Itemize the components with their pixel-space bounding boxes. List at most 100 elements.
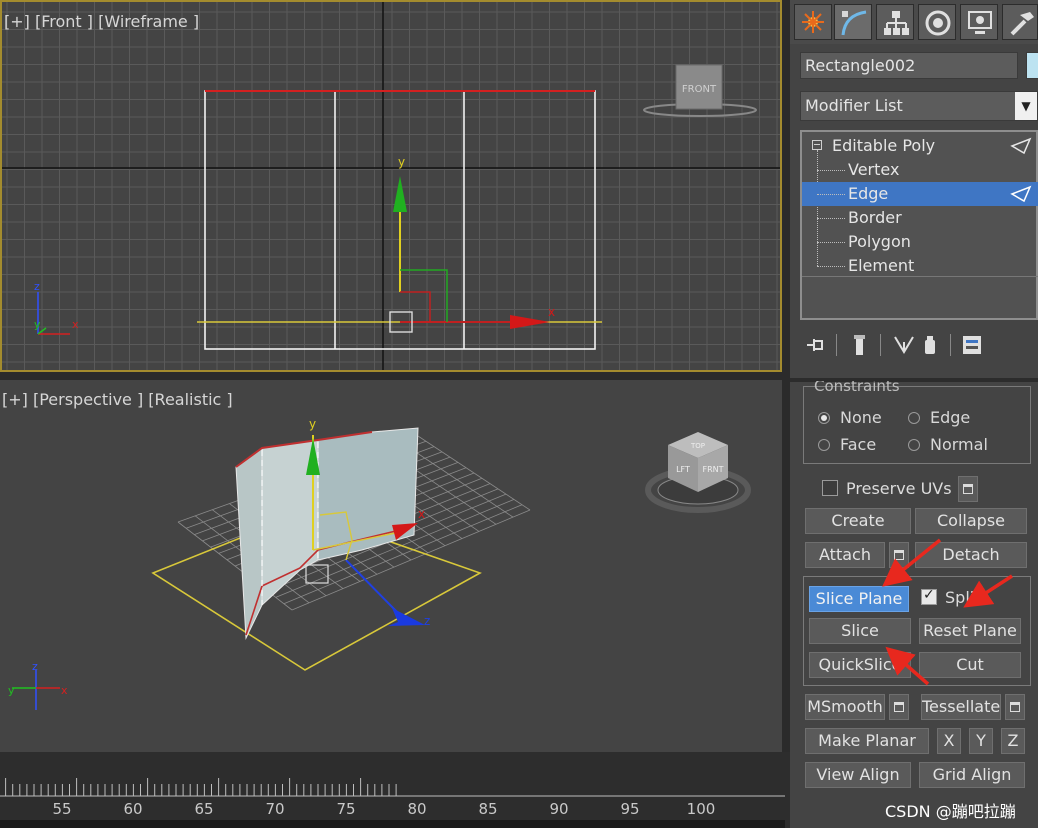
detach-button[interactable]: Detach	[915, 542, 1027, 568]
stack-item-edge[interactable]: Edge	[802, 182, 1038, 206]
gizmo-x-label: x	[548, 305, 555, 319]
cut-button[interactable]: Cut	[919, 652, 1021, 678]
hierarchy-icon	[884, 11, 909, 35]
command-panel: Rectangle002 Modifier List ▼ Editable Po…	[790, 0, 1038, 828]
tessellate-settings-button[interactable]	[1005, 694, 1025, 720]
corner-axis-x-label: x	[61, 684, 68, 697]
ruler-frame-label: 60	[123, 800, 143, 818]
pin-stack-icon[interactable]	[804, 332, 828, 358]
stack-item-polygon[interactable]: Polygon	[802, 230, 1038, 254]
radio-icon[interactable]	[908, 412, 920, 424]
quickslice-button[interactable]: QuickSlice	[809, 652, 911, 678]
stack-item-border[interactable]: Border	[802, 206, 1038, 230]
collapse-button[interactable]: Collapse	[915, 508, 1027, 534]
stack-item-label: Edge	[848, 184, 889, 203]
corner-axis-y-label: y	[8, 684, 15, 697]
view-align-button[interactable]: View Align	[805, 762, 911, 788]
preserve-uvs-checkbox[interactable]	[822, 480, 838, 496]
ruler-ticks	[0, 778, 785, 797]
attach-button[interactable]: Attach	[805, 542, 885, 568]
planarize-z-button[interactable]: Z	[1001, 728, 1025, 754]
create-button[interactable]: Create	[805, 508, 911, 534]
ruler-frame-label: 80	[407, 800, 427, 818]
stack-item-element[interactable]: Element	[802, 254, 1038, 278]
grid	[2, 2, 780, 370]
stack-item-label: Vertex	[848, 160, 900, 179]
msmooth-button[interactable]: MSmooth	[805, 694, 885, 720]
perspective-viewport-canvas[interactable]: y x z TOP LFT FRNT z y x	[0, 380, 782, 752]
radio-icon[interactable]	[908, 439, 920, 451]
attach-settings-button[interactable]	[889, 542, 909, 568]
configure-modifier-sets-icon[interactable]	[960, 332, 984, 358]
modifier-list-dropdown[interactable]: Modifier List ▼	[800, 91, 1038, 121]
stack-item-vertex[interactable]: Vertex	[802, 158, 1038, 182]
corner-axis-z-label: z	[34, 280, 40, 293]
ruler-frame-label: 95	[620, 800, 640, 818]
constraints-title: Constraints	[814, 381, 900, 395]
planarize-y-button[interactable]: Y	[969, 728, 993, 754]
gizmo-y-label: y	[309, 417, 316, 431]
stack-item-editable-poly[interactable]: Editable Poly	[802, 134, 1038, 158]
gizmo-y-arrow	[393, 176, 407, 212]
front-viewport-label[interactable]: [+] [Front ] [Wireframe ]	[4, 12, 199, 31]
slice-plane-button[interactable]: Slice Plane	[809, 586, 909, 612]
tab-utilities[interactable]	[1002, 4, 1038, 40]
gizmo-plane-handle	[400, 291, 431, 322]
tab-hierarchy[interactable]	[876, 4, 914, 40]
object-name-field[interactable]: Rectangle002	[800, 52, 1018, 79]
ruler-frame-label: 65	[194, 800, 214, 818]
stack-toolbar	[800, 330, 1038, 360]
constraint-face-label: Face	[840, 435, 877, 454]
ruler-tick-group	[5, 778, 397, 796]
time-slider-ruler[interactable]: 55 60 65 70 75 80 85 90 95 100	[0, 752, 790, 828]
make-unique-icon[interactable]	[892, 332, 916, 358]
reset-plane-button[interactable]: Reset Plane	[919, 618, 1021, 644]
modifier-stack: Editable Poly Vertex Edge Border Polygon…	[800, 130, 1038, 320]
show-end-result-icon[interactable]	[848, 332, 872, 358]
stack-item-label: Editable Poly	[832, 136, 936, 155]
grid-align-button[interactable]: Grid Align	[919, 762, 1025, 788]
remove-modifier-icon[interactable]	[918, 332, 942, 358]
radio-icon[interactable]	[818, 439, 830, 451]
tab-modify[interactable]	[834, 4, 872, 40]
display-icon	[968, 11, 992, 34]
gizmo-z-label: z	[424, 614, 430, 628]
radio-icon[interactable]	[818, 412, 830, 424]
constraint-none-label: None	[840, 408, 882, 427]
viewcube-left-label: LFT	[676, 465, 690, 474]
command-panel-tabs	[790, 0, 1038, 44]
create-icon	[802, 11, 824, 33]
ruler-frame-label: 70	[265, 800, 285, 818]
viewcube-top-label: TOP	[690, 442, 705, 450]
front-viewport-canvas[interactable]: y x FRONT z y x	[2, 2, 782, 372]
light-bulb-toggle-icon[interactable]	[1010, 137, 1032, 155]
object-color-swatch[interactable]	[1026, 52, 1038, 79]
split-checkbox[interactable]	[921, 587, 937, 605]
stack-item-label: Border	[848, 208, 902, 227]
msmooth-settings-button[interactable]	[889, 694, 909, 720]
status-bar	[0, 820, 785, 828]
planarize-x-button[interactable]: X	[937, 728, 961, 754]
corner-axis-z-label: z	[32, 660, 38, 673]
corner-axis-y-label: y	[34, 318, 41, 331]
collapse-icon[interactable]	[812, 140, 822, 150]
front-viewport[interactable]: y x FRONT z y x [+] [Front ] [Wireframe ]	[0, 0, 782, 372]
tab-motion[interactable]	[918, 4, 956, 40]
perspective-viewport[interactable]: y x z TOP LFT FRNT z y x [+] [Perspective ] [Rea…	[0, 380, 782, 752]
mesh-face-back	[317, 427, 419, 561]
slice-button[interactable]: Slice	[809, 618, 911, 644]
preserve-uvs-settings-button[interactable]	[958, 476, 978, 502]
constraint-edge-label: Edge	[930, 408, 971, 427]
modify-icon	[841, 10, 867, 36]
tab-display[interactable]	[960, 4, 998, 40]
chevron-down-icon[interactable]: ▼	[1015, 92, 1037, 120]
ruler-frame-label: 75	[336, 800, 356, 818]
tessellate-button[interactable]: Tessellate	[921, 694, 1001, 720]
edge-subobject-icon	[1010, 185, 1032, 203]
utilities-icon	[1010, 12, 1034, 36]
motion-icon	[925, 10, 951, 36]
tab-create[interactable]	[794, 4, 832, 40]
perspective-viewport-label[interactable]: [+] [Perspective ] [Realistic ]	[2, 390, 233, 409]
ruler-frame-label: 100	[686, 800, 716, 818]
make-planar-button[interactable]: Make Planar	[805, 728, 929, 754]
